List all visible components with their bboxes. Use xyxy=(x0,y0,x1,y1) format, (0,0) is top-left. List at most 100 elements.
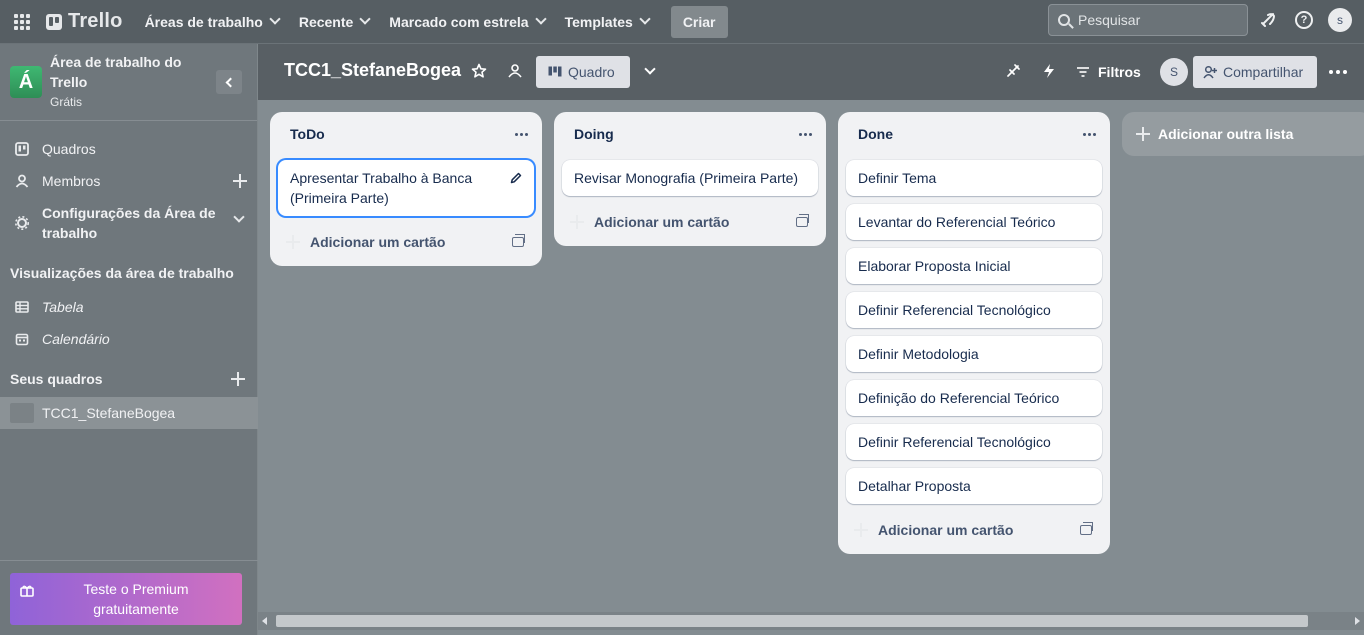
sidebar-board-item[interactable]: TCC1_StefaneBogea xyxy=(0,397,258,429)
scroll-right-icon[interactable] xyxy=(1355,617,1360,625)
card[interactable]: Revisar Monografia (Primeira Parte) xyxy=(562,160,818,196)
board-thumbnail xyxy=(10,403,34,423)
chevron-down-icon[interactable] xyxy=(233,211,245,223)
card-template-icon[interactable] xyxy=(1080,522,1093,535)
create-button[interactable]: Criar xyxy=(670,5,728,38)
boards-section-title: Seus quadros xyxy=(10,371,103,387)
card[interactable]: Levantar do Referencial Teórico xyxy=(846,204,1102,240)
add-card-button[interactable]: Adicionar um cartão xyxy=(286,230,445,254)
sidebar-item-table[interactable]: Tabela xyxy=(0,294,258,320)
trello-logo-icon xyxy=(46,13,62,30)
visibility-icon[interactable] xyxy=(506,62,524,80)
nav-templates-button[interactable]: Templates xyxy=(555,6,659,38)
card-template-icon[interactable] xyxy=(796,214,809,227)
card[interactable]: Definir Metodologia xyxy=(846,336,1102,372)
plus-icon xyxy=(854,523,868,537)
star-icon[interactable] xyxy=(470,62,488,80)
list-title[interactable]: Doing xyxy=(574,126,614,142)
card-template-icon[interactable] xyxy=(512,234,525,247)
add-list-label: Adicionar outra lista xyxy=(1158,126,1294,142)
premium-trial-button[interactable]: Teste o Premium gratuitamente xyxy=(10,573,242,625)
card[interactable]: Elaborar Proposta Inicial xyxy=(846,248,1102,284)
nav-recent-label: Recente xyxy=(298,13,354,30)
filters-label: Filtros xyxy=(1098,64,1141,80)
nav-workspaces-label: Áreas de trabalho xyxy=(144,13,263,30)
card[interactable]: Definir Referencial Tecnológico xyxy=(846,292,1102,328)
sidebar-divider xyxy=(0,560,258,561)
add-person-icon xyxy=(1203,65,1217,79)
scroll-left-icon[interactable] xyxy=(262,617,267,625)
chevron-down-icon[interactable] xyxy=(641,62,659,80)
board-member-avatar[interactable]: S xyxy=(1160,58,1188,86)
collapse-sidebar-button[interactable] xyxy=(216,70,242,94)
add-card-label: Adicionar um cartão xyxy=(594,214,730,230)
power-ups-icon[interactable] xyxy=(1004,62,1022,80)
list-menu-icon[interactable] xyxy=(1083,133,1096,136)
chevron-down-icon xyxy=(534,13,547,25)
card-title: Apresentar Trabalho à Banca (Primeira Pa… xyxy=(290,170,473,206)
board-view-button[interactable]: Quadro xyxy=(536,56,630,88)
plus-icon xyxy=(1136,127,1150,141)
list-done: Done Definir Tema Levantar do Referencia… xyxy=(838,112,1110,554)
sidebar-item-settings[interactable]: Configurações da Área de trabalho xyxy=(0,202,258,244)
workspace-header: Á Área de trabalho do Trello Grátis xyxy=(0,44,257,121)
add-board-icon[interactable] xyxy=(231,372,245,386)
add-list-button[interactable]: Adicionar outra lista xyxy=(1122,112,1364,156)
board-header: TCC1_StefaneBogea Quadro Filtros S Compa… xyxy=(258,44,1364,100)
add-card-label: Adicionar um cartão xyxy=(310,234,446,250)
board-title[interactable]: TCC1_StefaneBogea xyxy=(284,60,461,81)
card-title: Revisar Monografia (Primeira Parte) xyxy=(574,170,799,186)
card[interactable]: Apresentar Trabalho à Banca (Primeira Pa… xyxy=(278,160,534,216)
board-icon xyxy=(15,142,29,156)
list-title[interactable]: ToDo xyxy=(290,126,325,142)
search-icon xyxy=(1058,14,1070,26)
sidebar-item-label: Quadros xyxy=(42,141,96,157)
list-menu-icon[interactable] xyxy=(799,133,812,136)
sidebar-item-calendar[interactable]: Calendário xyxy=(0,326,258,352)
card-title: Detalhar Proposta xyxy=(858,478,971,494)
sidebar-item-boards[interactable]: Quadros xyxy=(0,136,258,162)
workspace-plan: Grátis xyxy=(50,95,83,109)
add-member-icon[interactable] xyxy=(233,174,247,188)
card-title: Elaborar Proposta Inicial xyxy=(858,258,1011,274)
notifications-icon[interactable] xyxy=(1258,10,1278,30)
horizontal-scrollbar[interactable] xyxy=(258,612,1364,630)
search-placeholder: Pesquisar xyxy=(1078,12,1141,28)
workspace-avatar: Á xyxy=(10,66,42,98)
sidebar-item-members[interactable]: Membros xyxy=(0,168,258,194)
card-title: Definir Tema xyxy=(858,170,937,186)
add-card-button[interactable]: Adicionar um cartão xyxy=(854,518,1013,542)
help-icon[interactable]: ? xyxy=(1294,10,1314,30)
add-card-button[interactable]: Adicionar um cartão xyxy=(570,210,729,234)
scrollbar-thumb[interactable] xyxy=(276,615,1308,627)
trello-logo[interactable]: Trello xyxy=(46,6,123,38)
card-title: Definir Metodologia xyxy=(858,346,979,362)
sidebar-item-label: Configurações da Área de trabalho xyxy=(42,205,216,241)
card[interactable]: Definição do Referencial Teórico xyxy=(846,380,1102,416)
list-title[interactable]: Done xyxy=(858,126,893,142)
gear-icon xyxy=(15,216,29,230)
card[interactable]: Detalhar Proposta xyxy=(846,468,1102,504)
card-title: Definir Referencial Tecnológico xyxy=(858,434,1051,450)
nav-workspaces-button[interactable]: Áreas de trabalho xyxy=(135,6,289,38)
plus-icon xyxy=(286,235,300,249)
search-input[interactable]: Pesquisar xyxy=(1048,4,1248,36)
share-button[interactable]: Compartilhar xyxy=(1193,56,1317,88)
list-todo: ToDo Apresentar Trabalho à Banca (Primei… xyxy=(270,112,542,266)
card[interactable]: Definir Tema xyxy=(846,160,1102,196)
workspace-name[interactable]: Área de trabalho do Trello xyxy=(50,52,200,92)
plus-icon xyxy=(570,215,584,229)
list-menu-icon[interactable] xyxy=(515,133,528,136)
nav-recent-button[interactable]: Recente xyxy=(289,6,379,38)
app-switcher-icon[interactable] xyxy=(0,0,44,44)
nav-starred-button[interactable]: Marcado com estrela xyxy=(379,6,554,38)
user-avatar[interactable]: s xyxy=(1328,8,1352,32)
card-title: Definição do Referencial Teórico xyxy=(858,390,1060,406)
card[interactable]: Definir Referencial Tecnológico xyxy=(846,424,1102,460)
automation-icon[interactable] xyxy=(1040,62,1058,80)
edit-pencil-icon[interactable] xyxy=(510,172,522,184)
top-navigation-bar: Trello Áreas de trabalho Recente Marcado… xyxy=(0,0,1364,44)
filters-button[interactable]: Filtros xyxy=(1076,56,1141,88)
board-view-label: Quadro xyxy=(568,64,615,80)
board-menu-icon[interactable] xyxy=(1329,70,1347,74)
